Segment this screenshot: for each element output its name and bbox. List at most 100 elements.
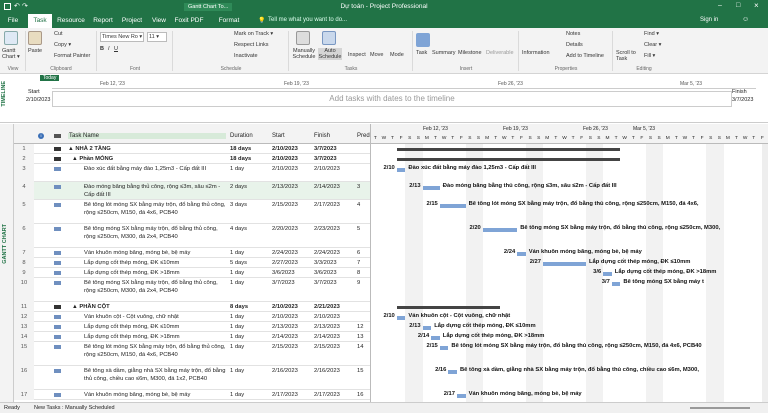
table-row[interactable]: 9 Lắp dựng cốt thép móng, ĐK >18mm 1 day 3/… [14, 268, 370, 278]
task-bar[interactable] [396, 316, 406, 320]
tab-file[interactable]: File [0, 14, 26, 28]
italic-button[interactable]: I [108, 46, 110, 52]
tab-report[interactable]: Report [90, 14, 116, 28]
font-size-select[interactable]: 11 ▾ [147, 32, 167, 42]
information-button[interactable]: Information [522, 50, 550, 56]
task-mode-icon [54, 167, 61, 171]
task-bar[interactable] [543, 262, 586, 266]
task-bar[interactable] [611, 282, 621, 286]
task-bar[interactable] [439, 346, 449, 350]
move-button[interactable]: Move [370, 52, 383, 58]
mode-button[interactable]: Mode [390, 52, 404, 58]
smiley-icon[interactable]: ☺ [742, 16, 749, 23]
paste-icon[interactable] [28, 31, 42, 45]
minimize-icon[interactable]: – [718, 2, 722, 9]
task-bar[interactable] [422, 326, 432, 330]
table-row[interactable]: 1 ▲ NHÀ 2 TẦNG 18 days 2/10/2023 3/7/2023 [14, 144, 370, 154]
predecessors: 16 [357, 392, 364, 398]
task-bar[interactable] [422, 186, 440, 190]
table-row[interactable]: 14 Lắp dựng cốt thép móng, ĐK >18mm 1 day 2… [14, 332, 370, 342]
task-bar[interactable] [482, 228, 518, 232]
tab-format[interactable]: Format [214, 14, 244, 28]
task-bar[interactable] [457, 394, 466, 398]
table-row[interactable]: 3 Đào xúc đất bằng máy đào 1,25m3 - Cấp đ… [14, 164, 370, 182]
table-row[interactable]: 10 Bê tông móng SX bằng máy trộn, đổ bằng… [14, 278, 370, 302]
table-row[interactable]: 5 Bê tông lót móng SX bằng máy trộn, đổ b… [14, 200, 370, 224]
fill-button[interactable]: Fill ▾ [644, 53, 655, 59]
vertical-scrollbar[interactable] [762, 144, 768, 402]
table-row[interactable]: 15 Bê tông lót móng SX bằng máy trộn, đổ … [14, 342, 370, 366]
header-start[interactable]: Start [272, 133, 285, 139]
summary-bar[interactable] [396, 148, 621, 151]
task-bar[interactable] [603, 272, 612, 276]
tab-task[interactable]: Task [28, 14, 52, 28]
task-bar[interactable] [431, 336, 440, 340]
auto-schedule-icon[interactable] [322, 31, 336, 45]
sign-in-link[interactable]: Sign in [700, 17, 718, 23]
copy-button[interactable]: Copy ▾ [54, 42, 71, 48]
predecessors [357, 154, 369, 164]
table-row[interactable]: 8 Lắp dựng cốt thép móng, ĐK ≤10mm 5 days 2… [14, 258, 370, 268]
task-icon[interactable] [416, 33, 430, 47]
inactivate-button[interactable]: Inactivate [234, 53, 258, 59]
zoom-slider[interactable] [690, 407, 750, 409]
day-label: S [537, 136, 541, 141]
table-row[interactable]: 7 Ván khuôn móng băng, móng bè, bệ máy 1 d… [14, 248, 370, 258]
insert-milestone-button[interactable]: Milestone [458, 50, 482, 56]
insert-summary-button[interactable]: Summary [432, 50, 456, 56]
summary-bar[interactable] [396, 158, 621, 161]
clear-button[interactable]: Clear ▾ [644, 42, 661, 48]
table-row[interactable]: 2 ▲ Phần MÓNG 18 days 2/10/2023 3/7/2023 [14, 154, 370, 164]
gantt-chart-button[interactable]: Gantt Chart ▾ [2, 48, 22, 60]
header-duration[interactable]: Duration [230, 133, 253, 139]
header-task-name[interactable]: Task Name [68, 133, 226, 139]
table-row[interactable]: 12 Ván khuôn cột - Cột vuông, chữ nhật 1 d… [14, 312, 370, 322]
paste-button[interactable]: Paste [28, 48, 42, 54]
notes-button[interactable]: Notes [566, 31, 580, 37]
day-label: F [700, 136, 704, 141]
inspect-button[interactable]: Inspect [348, 52, 366, 58]
add-to-timeline-button[interactable]: Add to Timeline [566, 53, 604, 59]
gantt-chart-icon[interactable] [4, 31, 18, 45]
scroll-to-task-button[interactable]: Scroll to Task [616, 50, 636, 62]
mark-on-track-button[interactable]: Mark on Track ▾ [234, 31, 273, 37]
cut-button[interactable]: Cut [54, 31, 63, 37]
maximize-icon[interactable]: □ [736, 2, 740, 9]
table-row[interactable]: 11 ▲ PHẦN CỘT 8 days 2/10/2023 2/21/2023 [14, 302, 370, 312]
underline-button[interactable]: U [114, 46, 118, 52]
gantt-side-label-strip: GANTT CHART [0, 124, 14, 402]
close-icon[interactable]: × [754, 1, 759, 10]
table-row[interactable]: 6 Bê tông móng SX bằng máy trộn, đổ bằng … [14, 224, 370, 248]
undo-icon[interactable]: ↶ [14, 2, 20, 10]
insert-deliverable-button[interactable]: Deliverable [486, 50, 514, 56]
tab-foxit-pdf[interactable]: Foxit PDF [172, 14, 206, 28]
bold-button[interactable]: B [100, 46, 104, 52]
font-name-select[interactable]: Times New Ro ▾ [100, 32, 144, 42]
tell-me-input[interactable]: Tell me what you want to do... [268, 17, 347, 23]
table-row[interactable]: 16 Bê tông xà dầm, giằng nhà SX bằng máy … [14, 366, 370, 390]
manually-schedule-icon[interactable] [296, 31, 310, 45]
table-row[interactable]: 17 Ván khuôn móng băng, móng bè, bệ máy 1 … [14, 390, 370, 400]
format-painter-button[interactable]: Format Painter [54, 53, 90, 59]
tab-project[interactable]: Project [118, 14, 146, 28]
new-tasks-mode[interactable]: New Tasks : Manually Scheduled [34, 405, 115, 411]
insert-task-button[interactable]: Task [416, 50, 427, 56]
task-bar[interactable] [439, 204, 466, 208]
table-row[interactable]: 13 Lắp dựng cốt thép móng, ĐK ≤10mm 1 day 2… [14, 322, 370, 332]
task-bar[interactable] [517, 252, 526, 256]
details-button[interactable]: Details [566, 42, 583, 48]
auto-schedule-button[interactable]: Auto Schedule [318, 48, 342, 60]
redo-icon[interactable]: ↷ [22, 2, 28, 10]
respect-links-button[interactable]: Respect Links [234, 42, 269, 48]
tab-view[interactable]: View [148, 14, 170, 28]
table-row[interactable]: 4 Đào móng băng bằng thủ công, rộng ≤3m, … [14, 182, 370, 200]
header-finish[interactable]: Finish [314, 133, 330, 139]
quick-access-save-icon[interactable] [4, 3, 11, 10]
task-bar[interactable] [448, 370, 457, 374]
tab-resource[interactable]: Resource [54, 14, 88, 28]
header-predecessors[interactable]: Pred [357, 133, 370, 139]
summary-bar[interactable] [396, 306, 500, 309]
find-button[interactable]: Find ▾ [644, 31, 659, 37]
manually-schedule-button[interactable]: Manually Schedule [290, 48, 318, 60]
task-bar[interactable] [396, 168, 406, 172]
